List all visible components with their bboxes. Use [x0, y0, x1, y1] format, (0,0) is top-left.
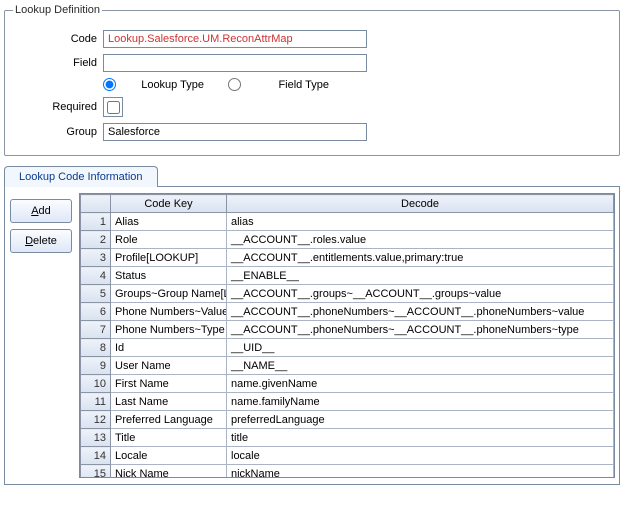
field-type-option[interactable]: Field Type — [228, 78, 335, 91]
row-number[interactable]: 14 — [81, 447, 111, 465]
table-row[interactable]: 3Profile[LOOKUP]__ACCOUNT__.entitlements… — [81, 249, 614, 267]
grid-scroll[interactable]: Code Key Decode 1Aliasalias2Role__ACCOUN… — [80, 194, 614, 477]
tab-lookup-code-information[interactable]: Lookup Code Information — [4, 166, 158, 187]
row-number[interactable]: 2 — [81, 231, 111, 249]
cell-code-key[interactable]: Role — [111, 231, 227, 249]
cell-decode[interactable]: alias — [227, 213, 614, 231]
lookup-type-radio[interactable] — [103, 78, 116, 91]
cell-code-key[interactable]: Last Name — [111, 393, 227, 411]
lookup-definition-legend: Lookup Definition — [13, 4, 102, 16]
row-number[interactable]: 8 — [81, 339, 111, 357]
cell-decode[interactable]: locale — [227, 447, 614, 465]
table-row[interactable]: 12Preferred LanguagepreferredLanguage — [81, 411, 614, 429]
row-number[interactable]: 1 — [81, 213, 111, 231]
delete-button[interactable]: Delete — [10, 229, 72, 253]
required-checkbox-frame[interactable] — [103, 97, 123, 117]
cell-code-key[interactable]: Groups~Group Name[LOOKUP] — [111, 285, 227, 303]
col-code-key[interactable]: Code Key — [111, 195, 227, 213]
row-number[interactable]: 3 — [81, 249, 111, 267]
lookup-code-tabs: Lookup Code Information Add Delete Code … — [4, 162, 620, 485]
table-row[interactable]: 2Role__ACCOUNT__.roles.value — [81, 231, 614, 249]
table-row[interactable]: 1Aliasalias — [81, 213, 614, 231]
grid-table: Code Key Decode 1Aliasalias2Role__ACCOUN… — [80, 194, 614, 477]
field-label: Field — [13, 57, 97, 69]
group-row: Group — [13, 123, 611, 141]
table-row[interactable]: 7Phone Numbers~Type__ACCOUNT__.phoneNumb… — [81, 321, 614, 339]
row-number[interactable]: 12 — [81, 411, 111, 429]
cell-code-key[interactable]: Phone Numbers~Type — [111, 321, 227, 339]
table-row[interactable]: 11Last Namename.familyName — [81, 393, 614, 411]
required-row: Required — [13, 97, 611, 117]
field-type-radio[interactable] — [228, 78, 241, 91]
cell-code-key[interactable]: Profile[LOOKUP] — [111, 249, 227, 267]
table-row[interactable]: 5Groups~Group Name[LOOKUP]__ACCOUNT__.gr… — [81, 285, 614, 303]
tab-content: Add Delete Code Key Decode 1Aliasalias2R… — [4, 187, 620, 485]
code-input[interactable] — [103, 30, 367, 48]
lookup-type-label: Lookup Type — [120, 79, 204, 91]
field-type-label: Field Type — [245, 79, 329, 91]
table-row[interactable]: 14Localelocale — [81, 447, 614, 465]
table-row[interactable]: 15Nick NamenickName — [81, 465, 614, 478]
cell-code-key[interactable]: Nick Name — [111, 465, 227, 478]
group-input[interactable] — [103, 123, 367, 141]
field-row: Field — [13, 54, 611, 72]
grid-header-row: Code Key Decode — [81, 195, 614, 213]
cell-code-key[interactable]: User Name — [111, 357, 227, 375]
row-number[interactable]: 6 — [81, 303, 111, 321]
button-column: Add Delete — [9, 193, 73, 478]
cell-decode[interactable]: __UID__ — [227, 339, 614, 357]
cell-decode[interactable]: __ACCOUNT__.entitlements.value,primary:t… — [227, 249, 614, 267]
required-label: Required — [13, 101, 97, 113]
table-row[interactable]: 6Phone Numbers~Value__ACCOUNT__.phoneNum… — [81, 303, 614, 321]
cell-code-key[interactable]: Preferred Language — [111, 411, 227, 429]
cell-decode[interactable]: __ACCOUNT__.groups~__ACCOUNT__.groups~va… — [227, 285, 614, 303]
col-rownum[interactable] — [81, 195, 111, 213]
row-number[interactable]: 13 — [81, 429, 111, 447]
cell-code-key[interactable]: Status — [111, 267, 227, 285]
cell-code-key[interactable]: Alias — [111, 213, 227, 231]
row-number[interactable]: 15 — [81, 465, 111, 478]
table-row[interactable]: 4Status__ENABLE__ — [81, 267, 614, 285]
field-input[interactable] — [103, 54, 367, 72]
group-label: Group — [13, 126, 97, 138]
table-row[interactable]: 9User Name__NAME__ — [81, 357, 614, 375]
cell-decode[interactable]: __ACCOUNT__.phoneNumbers~__ACCOUNT__.pho… — [227, 321, 614, 339]
cell-code-key[interactable]: Title — [111, 429, 227, 447]
col-decode[interactable]: Decode — [227, 195, 614, 213]
row-number[interactable]: 4 — [81, 267, 111, 285]
required-checkbox[interactable] — [107, 101, 120, 114]
row-number[interactable]: 9 — [81, 357, 111, 375]
lookup-definition-group: Lookup Definition Code Field Lookup Type… — [4, 4, 620, 156]
cell-code-key[interactable]: First Name — [111, 375, 227, 393]
add-button[interactable]: Add — [10, 199, 72, 223]
code-row: Code — [13, 30, 611, 48]
cell-decode[interactable]: nickName — [227, 465, 614, 478]
row-number[interactable]: 10 — [81, 375, 111, 393]
row-number[interactable]: 11 — [81, 393, 111, 411]
cell-decode[interactable]: preferredLanguage — [227, 411, 614, 429]
cell-decode[interactable]: __ENABLE__ — [227, 267, 614, 285]
table-row[interactable]: 13Titletitle — [81, 429, 614, 447]
row-number[interactable]: 7 — [81, 321, 111, 339]
cell-code-key[interactable]: Id — [111, 339, 227, 357]
cell-code-key[interactable]: Locale — [111, 447, 227, 465]
table-row[interactable]: 10First Namename.givenName — [81, 375, 614, 393]
cell-code-key[interactable]: Phone Numbers~Value — [111, 303, 227, 321]
cell-decode[interactable]: __ACCOUNT__.phoneNumbers~__ACCOUNT__.pho… — [227, 303, 614, 321]
cell-decode[interactable]: name.givenName — [227, 375, 614, 393]
cell-decode[interactable]: __NAME__ — [227, 357, 614, 375]
cell-decode[interactable]: title — [227, 429, 614, 447]
lookup-type-option[interactable]: Lookup Type — [103, 78, 210, 91]
tab-strip: Lookup Code Information — [4, 162, 620, 187]
cell-decode[interactable]: name.familyName — [227, 393, 614, 411]
code-label: Code — [13, 33, 97, 45]
type-radio-row: Lookup Type Field Type — [103, 78, 611, 91]
table-row[interactable]: 8Id__UID__ — [81, 339, 614, 357]
lookup-code-grid[interactable]: Code Key Decode 1Aliasalias2Role__ACCOUN… — [79, 193, 615, 478]
row-number[interactable]: 5 — [81, 285, 111, 303]
cell-decode[interactable]: __ACCOUNT__.roles.value — [227, 231, 614, 249]
